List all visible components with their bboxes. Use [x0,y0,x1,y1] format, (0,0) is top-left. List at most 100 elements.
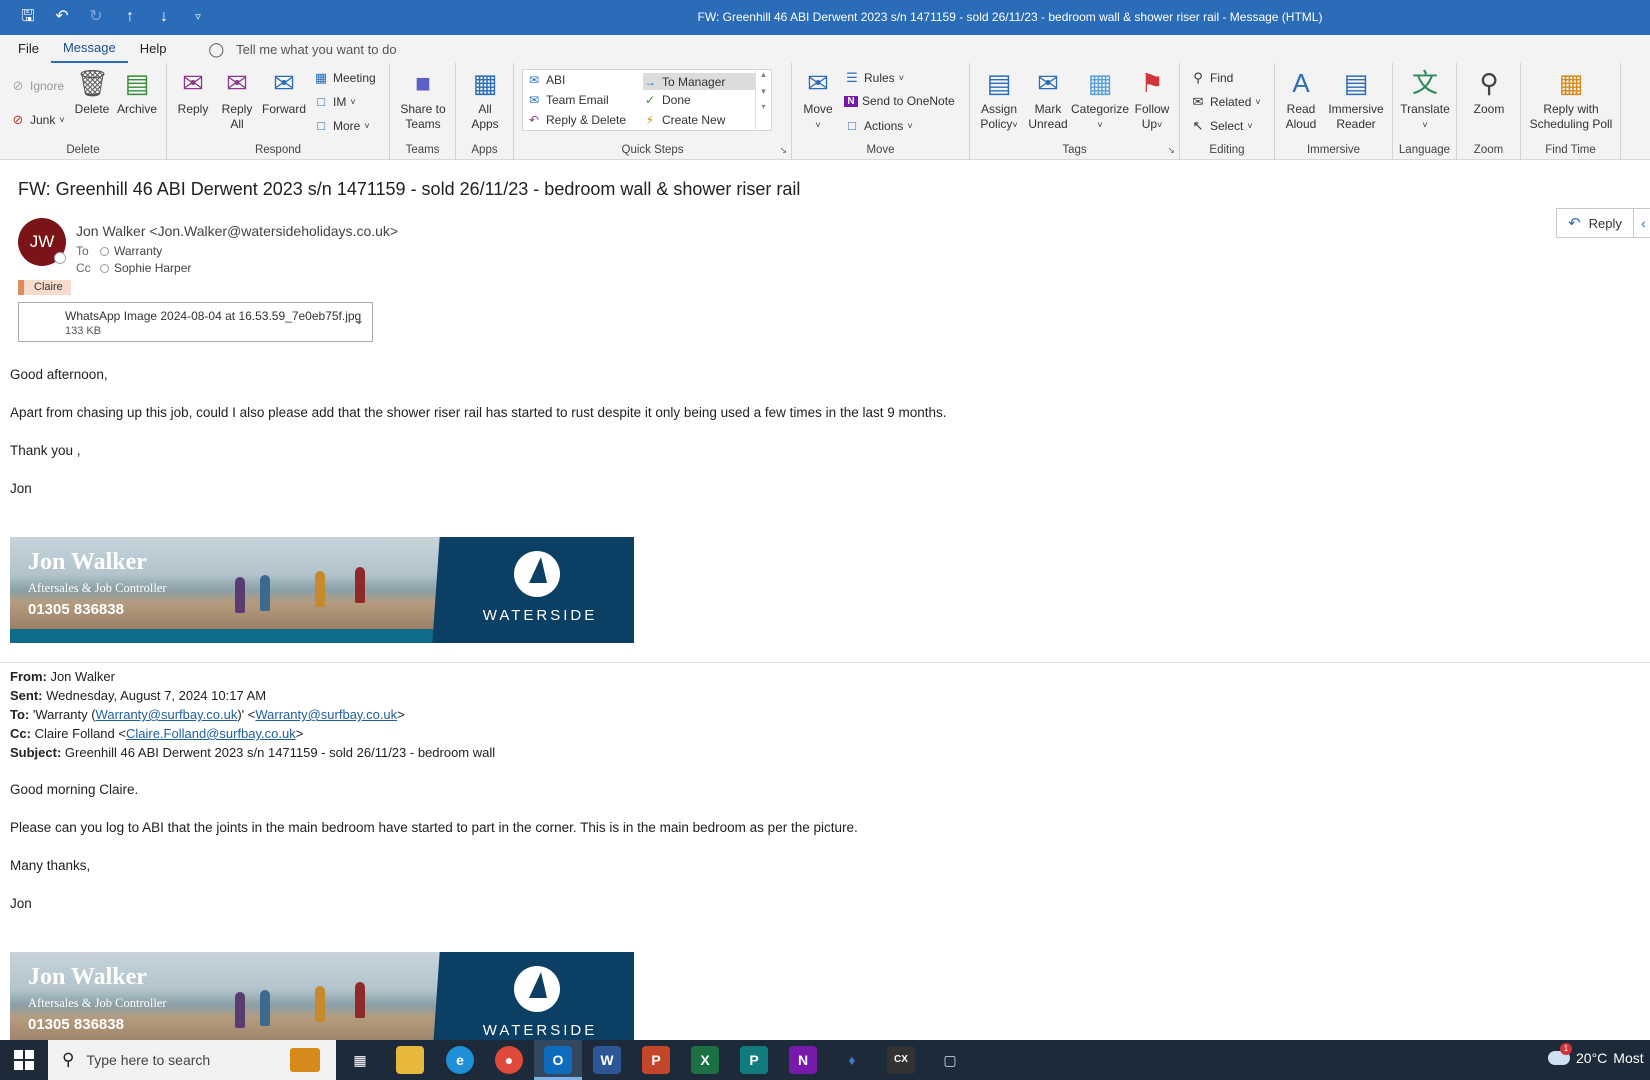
group-teams: ■ Share to Teams Teams [390,63,456,160]
tab-file[interactable]: File [6,36,51,62]
pinned-app-3-icon[interactable]: ▢ [936,1046,964,1074]
presence-icon [100,263,109,273]
group-language: 文 Translate ˅ Language [1393,63,1457,160]
reply-all-button[interactable]: ✉ Reply All [217,67,257,132]
taskbar-search[interactable]: ⚲ Type here to search [48,1040,336,1080]
briefcase-icon [290,1048,320,1072]
reply-ribbon-button[interactable]: ✉ Reply [173,67,213,117]
quick-step-to-manager[interactable]: → To Manager [643,73,755,90]
dialog-launcher-icon[interactable]: ↘ [779,145,787,156]
edge-icon[interactable]: e [446,1046,474,1074]
quick-steps-scrollbar[interactable]: ▲ ▼ ▾ [755,70,771,130]
categorize-button[interactable]: ▦ Categorize ˅ [1070,67,1130,133]
save-icon[interactable]: 🖫 [18,7,38,27]
rules-button[interactable]: ☰ Rules ˅ [844,70,904,86]
related-button[interactable]: ✉ Related ˅ [1190,94,1261,110]
ignore-button[interactable]: ⊘ Ignore [10,78,64,94]
delete-button[interactable]: 🗑 Delete [74,67,110,117]
move-button[interactable]: ✉ Move ˅ [798,67,838,133]
outlook-icon[interactable]: O [544,1046,572,1074]
onenote-taskbar-icon[interactable]: N [789,1046,817,1074]
gallery-expand-icon[interactable]: ▾ [756,102,771,111]
tab-help[interactable]: Help [128,36,179,62]
undo-icon[interactable]: ↶ [52,7,72,27]
powerpoint-icon[interactable]: P [642,1046,670,1074]
group-respond: ✉ Reply ✉ Reply All ✉ Forward ▦ Meeting □… [167,63,390,160]
reply-button[interactable]: ↶ Reply [1556,208,1634,238]
quick-step-create-new[interactable]: ⚡ Create New [643,113,726,127]
windows-start-icon[interactable] [14,1050,34,1070]
fwd-to: To: 'Warranty (Warranty@surfbay.co.uk)' … [10,707,405,722]
actions-icon: □ [848,118,856,133]
junk-button[interactable]: ⊘ Junk ˅ [10,112,65,128]
scroll-up-icon[interactable]: ▲ [756,70,771,79]
cc-row: Cc Sophie Harper [76,261,191,275]
cc-recipient[interactable]: Sophie Harper [114,261,191,275]
email-link[interactable]: Claire.Folland@surfbay.co.uk [126,726,296,741]
ribbon: ⊘ Ignore ⊘ Junk ˅ 🗑 Delete ▤ Archive Delete… [0,63,1650,160]
weather-text: Most [1613,1050,1644,1066]
previous-item-icon[interactable]: ↑ [120,7,140,27]
scheduling-poll-button[interactable]: ▦ Reply with Scheduling Poll [1523,67,1619,132]
file-explorer-icon[interactable] [396,1046,424,1074]
onenote-icon: N [844,95,858,107]
quick-step-done[interactable]: ✓ Done [643,93,691,107]
menu-bar: File Message Help ◯ Tell me what you wan… [0,35,1650,63]
all-apps-button[interactable]: ▦ All Apps [462,67,508,132]
tab-message[interactable]: Message [50,35,128,63]
attachment[interactable]: WhatsApp Image 2024-08-04 at 16.53.59_7e… [18,302,373,342]
tell-me-box[interactable]: ◯ Tell me what you want to do [208,41,396,58]
sender[interactable]: Jon Walker <Jon.Walker@watersideholidays… [76,223,398,239]
quick-step-abi[interactable]: ✉ ABI [527,73,565,87]
archive-button[interactable]: ▤ Archive [114,67,160,117]
find-button[interactable]: ⚲ Find [1190,70,1233,86]
rules-icon: ☰ [846,70,858,85]
redo-icon[interactable]: ↻ [86,7,106,27]
mark-unread-button[interactable]: ✉ Mark Unread [1026,67,1070,132]
forward-button[interactable]: ✉ Forward [261,67,307,117]
cc-label: Cc [76,261,91,275]
tags-dialog-launcher-icon[interactable]: ↘ [1167,145,1175,156]
forward-icon: ✉ [273,68,295,98]
categorize-icon: ▦ [1087,68,1113,98]
archive-icon: ▤ [124,68,150,98]
im-button[interactable]: □ IM ˅ [313,94,356,109]
scroll-down-icon[interactable]: ▼ [756,87,771,96]
body-thanks: Thank you , [10,443,81,458]
presence-indicator [54,252,66,264]
weather-widget[interactable]: 1 20°C Most [1548,1043,1644,1066]
translate-button[interactable]: 文 Translate ˅ [1395,67,1455,133]
reply-all-arrow-icon[interactable]: ‹ [1634,208,1650,238]
customize-toolbar-icon[interactable]: ▿ [188,7,208,27]
chrome-icon[interactable]: ● [495,1046,523,1074]
follow-up-button[interactable]: ⚑ Follow Up˅ [1130,67,1174,133]
word-icon[interactable]: W [593,1046,621,1074]
excel-icon[interactable]: X [691,1046,719,1074]
search-placeholder: Type here to search [86,1052,211,1068]
to-recipient[interactable]: Warranty [114,244,162,258]
pinned-app-2-icon[interactable]: CX [887,1046,915,1074]
email-link[interactable]: Warranty@surfbay.co.uk [96,707,238,722]
quick-step-team-email[interactable]: ✉ Team Email [527,93,609,107]
pinned-app-icon[interactable]: ♦ [838,1046,866,1074]
actions-button[interactable]: □ Actions ˅ [844,118,913,133]
read-aloud-button[interactable]: A Read Aloud [1279,67,1323,132]
immersive-reader-button[interactable]: ▤ Immersive Reader [1325,67,1387,132]
task-view-icon[interactable]: ▦ [346,1046,374,1074]
send-to-onenote-button[interactable]: N Send to OneNote [844,94,955,108]
assign-policy-button[interactable]: ▤ Assign Policy˅ [976,67,1022,133]
email-link[interactable]: Warranty@surfbay.co.uk [255,707,397,722]
zoom-button[interactable]: ⚲ Zoom [1463,67,1515,117]
category-tag[interactable]: Claire [18,280,71,295]
signature-role: Aftersales & Job Controller [28,581,167,595]
next-item-icon[interactable]: ↓ [154,7,174,27]
select-button[interactable]: ↖ Select ˅ [1190,118,1253,134]
share-to-teams-button[interactable]: ■ Share to Teams [392,67,454,132]
meeting-button[interactable]: ▦ Meeting [313,70,376,86]
publisher-icon[interactable]: P [740,1046,768,1074]
group-label-immersive: Immersive [1306,144,1361,156]
quick-step-reply-delete[interactable]: ↶ Reply & Delete [527,113,626,127]
more-respond-button[interactable]: □ More ˅ [313,118,370,133]
chevron-down-icon[interactable]: ⌄ [354,313,364,327]
group-zoom: ⚲ Zoom Zoom [1457,63,1521,160]
